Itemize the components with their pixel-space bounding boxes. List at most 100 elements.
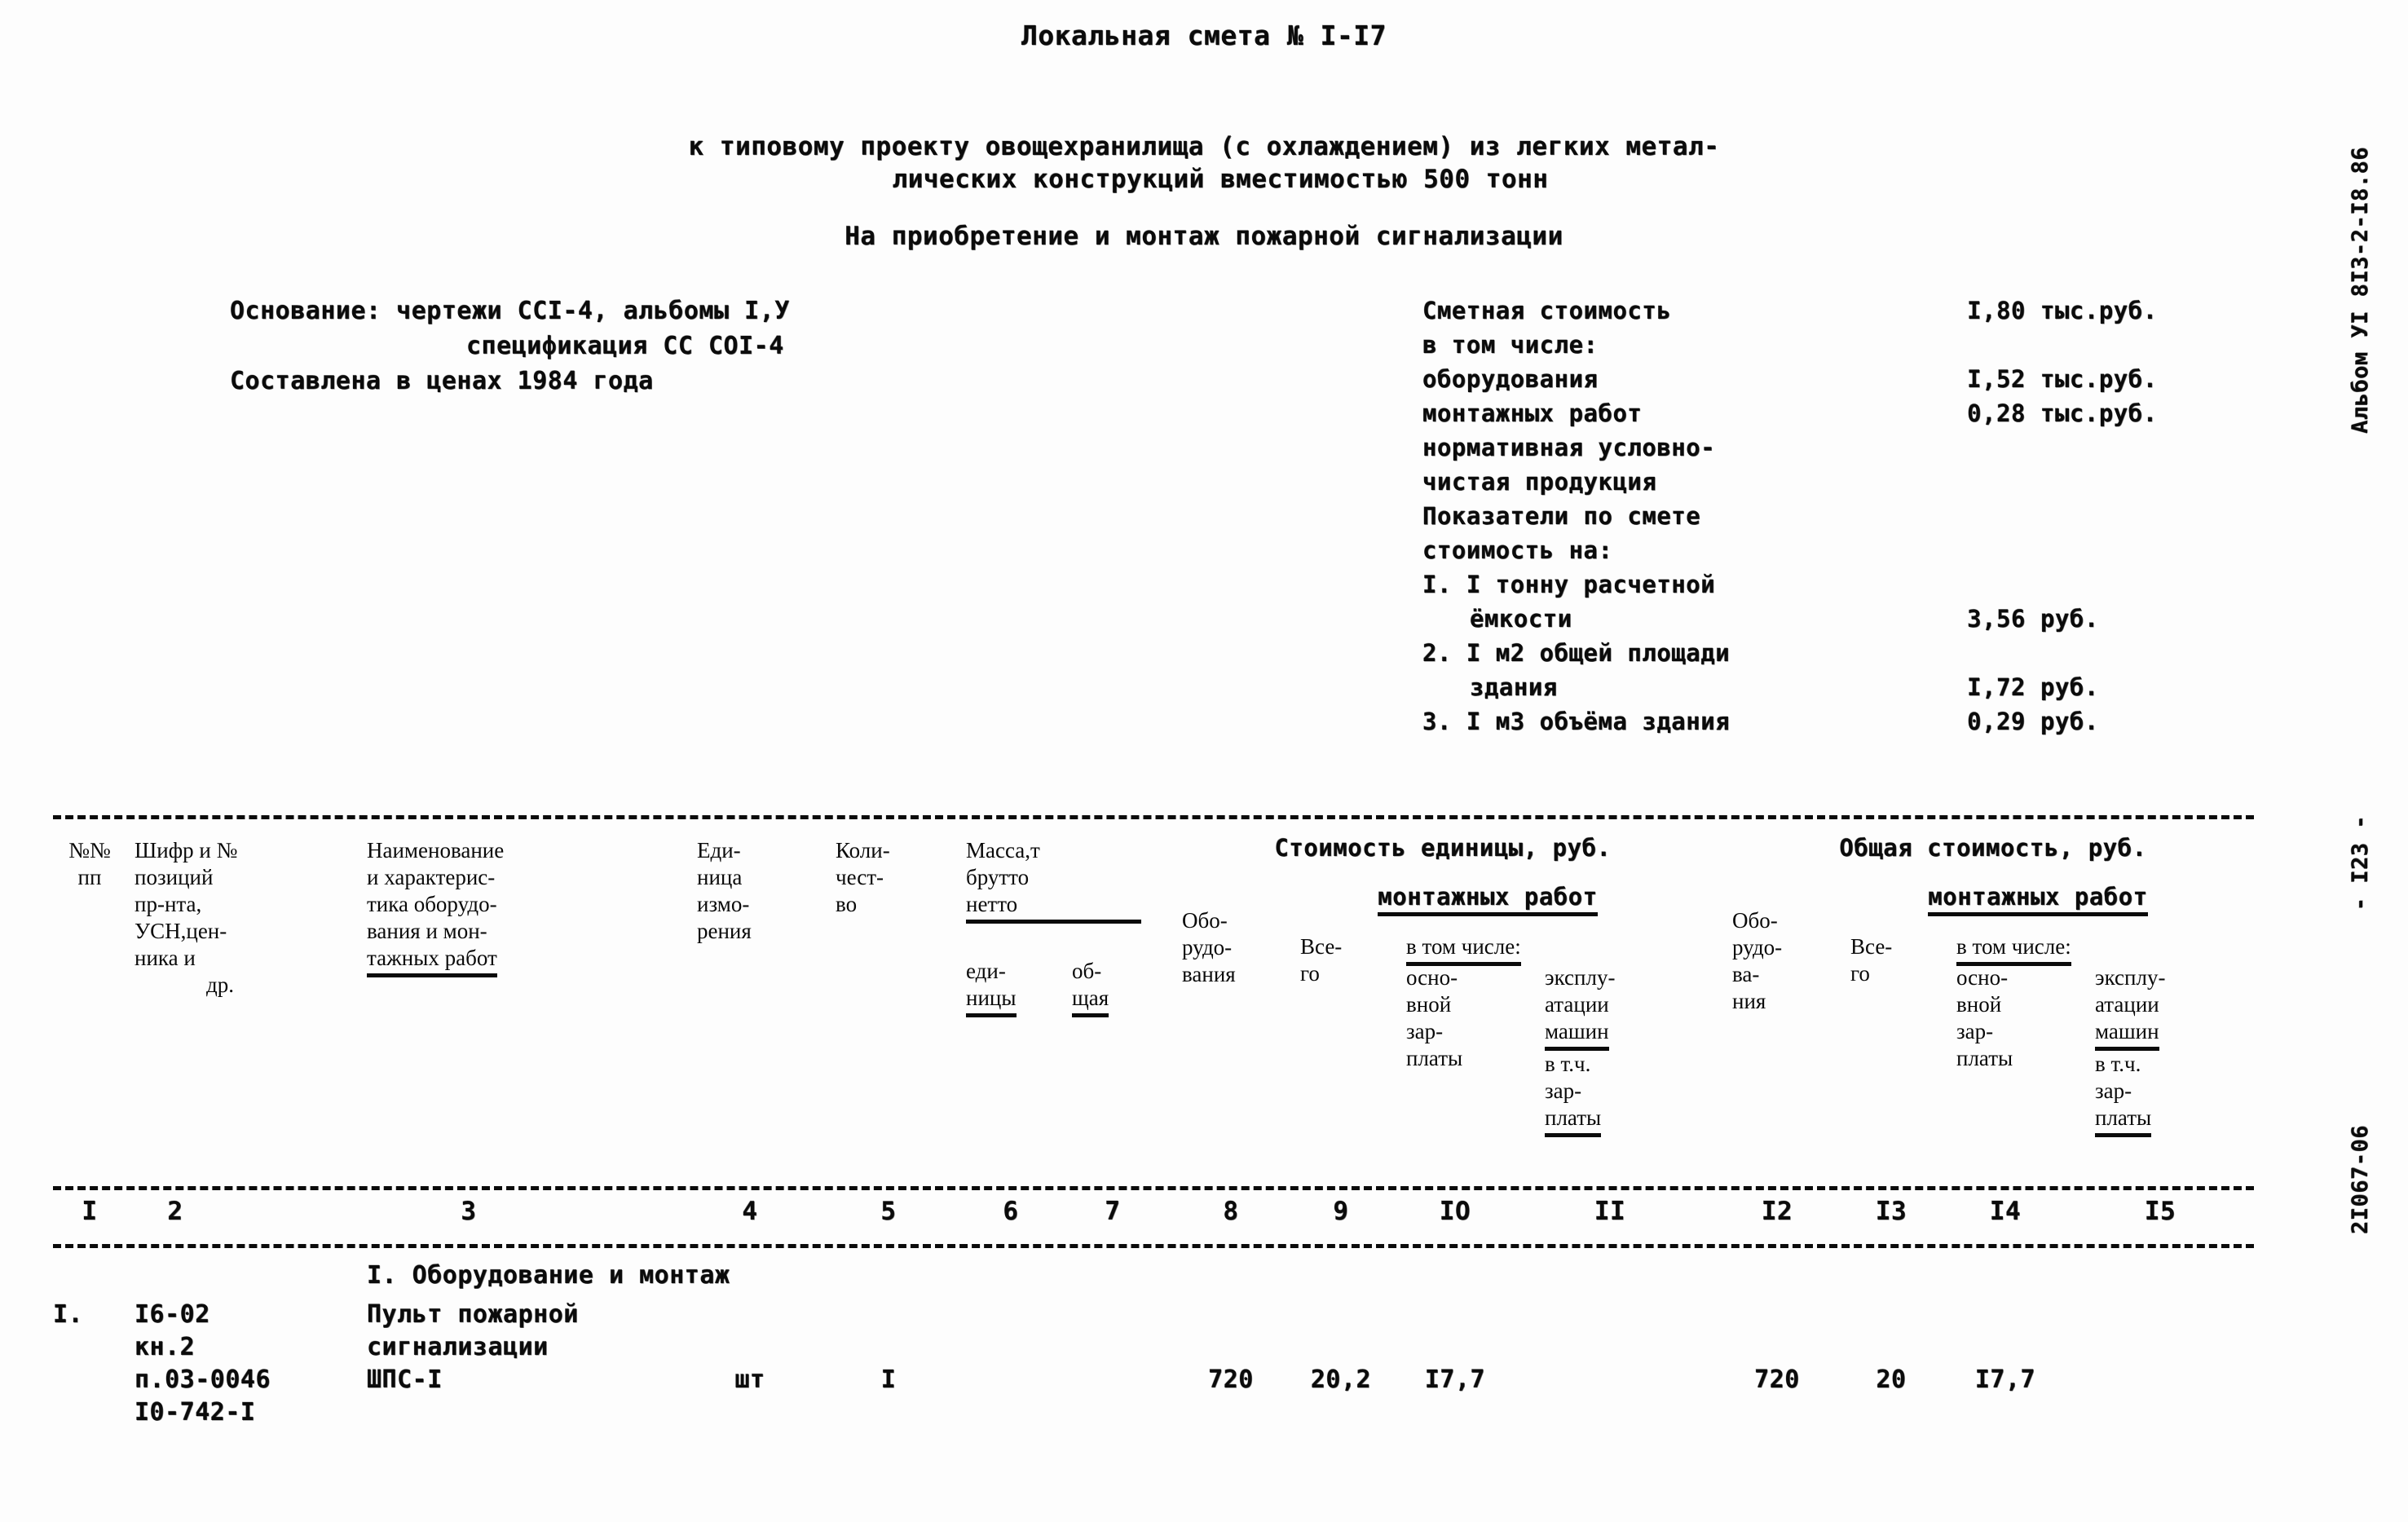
column-number-6: 6: [1003, 1197, 1019, 1226]
header-total-cost-in-total-label: в том числе:: [1956, 933, 2071, 966]
row-unit-cost-salary: I7,7: [1424, 1365, 1486, 1394]
row-code-line-4: I0-742-I: [135, 1398, 256, 1427]
summary-item1-unit: руб.: [2040, 605, 2099, 633]
header-mass-line-1: Масса,т: [966, 838, 1040, 862]
basis-block: Основание: чертежи CCI-4, альбомы I,У сп…: [230, 293, 790, 399]
summary-item1-line-1: I. I тонну расчетной: [1422, 571, 1716, 598]
column-number-14: I4: [1989, 1197, 2022, 1226]
column-number-3: 3: [461, 1197, 477, 1226]
summary-item2-line-1: 2. I м2 общей площади: [1422, 639, 1731, 667]
header-col-7-line-2: щая: [1072, 985, 1109, 1017]
header-col-10-line-4: платы: [1406, 1046, 1463, 1070]
header-col-12-line-2: рудо-: [1732, 935, 1783, 960]
header-col-11-line-3: машин: [1545, 1018, 1609, 1051]
column-number-15: I5: [2144, 1197, 2176, 1226]
column-number-12: I2: [1761, 1197, 1793, 1226]
summary-item1-row: ёмкости 3,56 руб.: [1422, 602, 2221, 636]
header-col-13-line-1: Все-: [1850, 934, 1893, 959]
summary-including-label: в том числе:: [1422, 331, 1599, 359]
basis-line-2: спецификация СС COI-4: [466, 332, 784, 360]
header-col-1-line-2: пп: [77, 865, 102, 889]
header-col-11-line-2: атации: [1545, 992, 1609, 1017]
header-col-15-line-4: в т.ч.: [2095, 1052, 2141, 1076]
header-col-10-line-2: вной: [1406, 992, 1452, 1017]
header-col-5-line-1: Коли-: [836, 838, 890, 862]
margin-note-album-line-2: 8I3-2-I8.86: [2348, 147, 2373, 298]
header-col-11-line-4: в т.ч.: [1545, 1052, 1591, 1076]
header-col-2-line-1: Шифр и №: [135, 838, 238, 862]
header-col-3-line-3: тика оборудо-: [367, 892, 497, 916]
header-col-10-line-3: зар-: [1406, 1019, 1444, 1043]
header-col-2-line-5: ника и: [135, 946, 196, 970]
row-code-line-2: кн.2: [135, 1333, 196, 1361]
header-col-2-line-4: УСН,цен-: [135, 919, 227, 943]
header-col-14-line-4: платы: [1956, 1046, 2013, 1070]
basis-line-1: Основание: чертежи CCI-4, альбомы I,У: [230, 297, 790, 325]
header-col-12: Обо- рудо- ва- ния: [1732, 907, 1830, 1015]
column-number-10: IO: [1439, 1197, 1471, 1226]
header-col-10-line-1: осно-: [1406, 965, 1458, 990]
header-col-14: осно- вной зар- платы: [1956, 964, 2071, 1072]
header-col-13: Все- го: [1850, 933, 1940, 987]
summary-install-unit: тыс.руб.: [2040, 399, 2158, 427]
summary-indicators-label: Показатели по смете: [1422, 502, 1701, 530]
column-number-13: I3: [1875, 1197, 1907, 1226]
header-col-13-line-2: го: [1850, 961, 1870, 986]
header-col-9-line-1: Все-: [1300, 934, 1343, 959]
row-name-line-3: ШПС-I: [367, 1365, 443, 1394]
header-col-3-line-4: вания и мон-: [367, 919, 487, 943]
header-mass-line-2: брутто: [966, 865, 1030, 889]
header-col-4-line-2: ница: [697, 865, 743, 889]
header-total-cost-span: Общая стоимость, руб.: [1839, 834, 2147, 862]
summary-equipment-unit: тыс.руб.: [2040, 365, 2158, 393]
summary-item3-unit: руб.: [2040, 708, 2099, 735]
summary-nucp-line-1: нормативная условно-: [1422, 434, 1716, 461]
column-number-9: 9: [1333, 1197, 1349, 1226]
header-col-8-line-2: рудо-: [1182, 935, 1233, 960]
row-name-line-1: Пульт пожарной: [367, 1300, 579, 1329]
summary-cost-per-label: стоимость на:: [1422, 536, 1613, 564]
header-total-cost-install-label: монтажных работ: [1928, 883, 2148, 916]
document-subtitle: к типовому проекту овощехранилища (с охл…: [0, 130, 2408, 196]
margin-note-album-line-1: Альбом УI: [2348, 311, 2373, 434]
header-col-14-line-3: зар-: [1956, 1019, 1994, 1043]
summary-equipment-value: I,52: [1967, 365, 2026, 393]
header-col-8-line-1: Обо-: [1182, 908, 1228, 933]
header-col-9: Все- го: [1300, 933, 1390, 987]
page-title: Локальная смета № I-I7: [1021, 20, 1387, 51]
header-col-4-line-4: рения: [697, 919, 752, 943]
margin-note-album: Альбом УI 8I3-2-I8.86: [2348, 147, 2373, 434]
summary-item3-line-1: 3. I м3 объёма здания: [1422, 708, 1731, 735]
header-col-6-line-2: ницы: [966, 985, 1017, 1017]
header-col-2-line-3: пр-нта,: [135, 892, 202, 916]
header-col-14-line-1: осно-: [1956, 965, 2009, 990]
summary-block: Сметная стоимость I,80 тыс.руб. в том чи…: [1422, 293, 2221, 739]
summary-equipment-row: оборудования I,52 тыс.руб.: [1422, 362, 2221, 396]
header-unit-cost-span: Стоимость единицы, руб.: [1274, 834, 1612, 862]
table-section-row: I. Оборудование и монтаж: [53, 1248, 2254, 1299]
row-total-cost-equipment: 720: [1754, 1365, 1800, 1394]
summary-install-label: монтажных работ: [1422, 399, 1643, 427]
summary-item3-value: 0,29: [1967, 708, 2026, 735]
table-column-numbers-row: I 2 3 4 5 6 7 8 9 IO II I2 I3 I4 I5: [53, 1190, 2254, 1244]
header-col-4-line-3: измо-: [697, 892, 750, 916]
column-number-4: 4: [742, 1197, 758, 1226]
row-quantity: I: [880, 1365, 897, 1394]
header-col-8-line-3: вания: [1182, 962, 1236, 986]
header-col-14-line-2: вной: [1956, 992, 2002, 1017]
header-col-7-line-1: об-: [1072, 959, 1102, 983]
header-col-15-line-3: машин: [2095, 1018, 2159, 1051]
header-col-9-line-2: го: [1300, 961, 1320, 986]
header-col-5: Коли- чест- во: [836, 837, 942, 918]
estimate-table: №№ пп Шифр и № позиций пр-нта, УСН,цен- …: [53, 815, 2254, 1462]
summary-total-value: I,80: [1967, 297, 2026, 324]
header-unit-cost-in-total: в том числе:: [1406, 933, 1700, 966]
summary-item2-line-2: здания: [1470, 673, 1558, 701]
summary-item2-unit: руб.: [2040, 673, 2099, 701]
summary-item2-row: здания I,72 руб.: [1422, 670, 2221, 704]
header-unit-cost-install-span: монтажных работ: [1276, 883, 1700, 916]
header-mass-line-3: нетто: [966, 891, 1141, 924]
header-col-15-line-2: атации: [2095, 992, 2159, 1017]
column-number-1: I: [82, 1197, 98, 1226]
summary-nucp-line-2: чистая продукция: [1422, 468, 1657, 496]
